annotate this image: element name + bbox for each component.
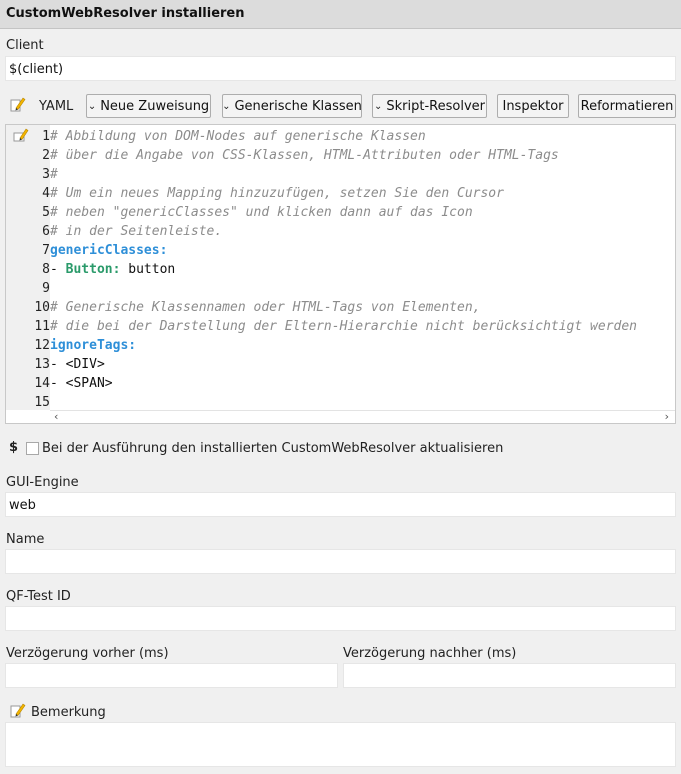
- line-number: 15: [34, 395, 50, 410]
- line-number: 4: [42, 186, 50, 201]
- line-text: - Button: button: [50, 260, 175, 279]
- code-line[interactable]: 2 # über die Angabe von CSS-Klassen, HTML…: [6, 146, 675, 165]
- code-line[interactable]: 8- Button: button: [6, 260, 675, 279]
- line-text: # Um ein neues Mapping hinzuzufügen, set…: [50, 186, 504, 201]
- code-line[interactable]: 1 # Abbildung von DOM-Nodes auf generisch…: [6, 127, 675, 146]
- code-line[interactable]: 12 ignoreTags:: [6, 336, 675, 355]
- dollar-icon: $: [9, 440, 19, 455]
- line-number: 2: [42, 148, 50, 163]
- chevron-down-icon: ⌄: [87, 100, 97, 112]
- code-line[interactable]: 14- <SPAN>: [6, 374, 675, 393]
- code-line[interactable]: 3 #: [6, 165, 675, 184]
- line-number: 10: [34, 300, 50, 315]
- scroll-left-icon[interactable]: ‹: [54, 410, 58, 423]
- delay-before-label: Verzögerung vorher (ms): [6, 646, 169, 661]
- line-text: # Abbildung von DOM-Nodes auf generische…: [50, 129, 426, 144]
- list-dash: -: [50, 262, 66, 277]
- code-line[interactable]: 13- <DIV>: [6, 355, 675, 374]
- reformatieren-label: Reformatieren: [580, 98, 674, 114]
- line-number: 6: [42, 224, 50, 239]
- line-text: genericClasses:: [50, 243, 168, 258]
- code-line[interactable]: 7 genericClasses:: [6, 241, 675, 260]
- line-number: 5: [42, 205, 50, 220]
- code-line[interactable]: 6 # in der Seitenleiste.: [6, 222, 675, 241]
- line-number: 14: [34, 376, 50, 391]
- neue-zuweisung-label: Neue Zuweisung: [100, 98, 210, 114]
- code-line[interactable]: 11 # die bei der Darstellung der Eltern-H…: [6, 317, 675, 336]
- client-field[interactable]: $(client): [5, 56, 676, 81]
- reformatieren-button[interactable]: Reformatieren: [578, 94, 676, 118]
- delay-before-field[interactable]: [5, 663, 338, 688]
- code-line[interactable]: 4 # Um ein neues Mapping hinzuzufügen, se…: [6, 184, 675, 203]
- edit-pencil-icon[interactable]: [10, 96, 26, 112]
- gui-engine-label: GUI-Engine: [6, 475, 79, 490]
- line-number: 3: [42, 167, 50, 182]
- remark-label: Bemerkung: [31, 705, 106, 720]
- line-number: 11: [34, 319, 50, 334]
- horizontal-scrollbar[interactable]: ‹ ›: [50, 410, 675, 423]
- scroll-right-icon[interactable]: ›: [665, 410, 669, 423]
- update-checkbox[interactable]: [26, 442, 39, 455]
- generische-klassen-button[interactable]: ⌄ Generische Klassen: [222, 94, 362, 118]
- line-text: # die bei der Darstellung der Eltern-Hie…: [50, 319, 637, 334]
- delay-after-label: Verzögerung nachher (ms): [343, 646, 517, 661]
- chevron-down-icon: ⌄: [222, 100, 231, 112]
- line-number: 13: [34, 357, 50, 372]
- inspektor-label: Inspektor: [502, 98, 564, 114]
- line-text: ignoreTags:: [50, 338, 137, 353]
- line-number: 12: [34, 338, 50, 353]
- skript-resolver-button[interactable]: ⌄ Skript-Resolver: [372, 94, 487, 118]
- title-bar: CustomWebResolver installieren: [0, 0, 681, 29]
- neue-zuweisung-button[interactable]: ⌄ Neue Zuweisung: [86, 94, 211, 118]
- name-label: Name: [6, 532, 45, 547]
- line-text: #: [50, 167, 58, 182]
- window-title: CustomWebResolver installieren: [6, 6, 245, 21]
- code-line[interactable]: 10 # Generische Klassennamen oder HTML-Ta…: [6, 298, 675, 317]
- line-text: - <DIV>: [50, 357, 105, 372]
- client-label: Client: [6, 38, 44, 53]
- name-field[interactable]: [5, 549, 676, 574]
- yaml-editor[interactable]: 1 # Abbildung von DOM-Nodes auf generisch…: [5, 124, 676, 424]
- edit-pencil-icon[interactable]: [10, 702, 26, 718]
- chevron-down-icon: ⌄: [374, 100, 383, 112]
- gui-engine-field[interactable]: web: [5, 492, 676, 517]
- line-text: # über die Angabe von CSS-Klassen, HTML-…: [50, 148, 559, 163]
- delay-after-field[interactable]: [343, 663, 676, 688]
- line-text: - <SPAN>: [50, 376, 113, 391]
- update-label: Bei der Ausführung den installierten Cus…: [42, 441, 504, 456]
- gui-engine-value: web: [9, 498, 36, 513]
- generische-klassen-label: Generische Klassen: [234, 98, 362, 114]
- skript-resolver-label: Skript-Resolver: [386, 98, 485, 114]
- qftest-id-label: QF-Test ID: [6, 589, 71, 604]
- inspektor-button[interactable]: Inspektor: [497, 94, 569, 118]
- code-line[interactable]: 9: [6, 279, 675, 298]
- code-line[interactable]: 5 # neben "genericClasses" und klicken da…: [6, 203, 675, 222]
- yaml-value: button: [120, 262, 176, 277]
- yaml-key: Button:: [65, 262, 121, 277]
- line-number: 1: [42, 129, 50, 144]
- line-number: 7: [42, 243, 50, 258]
- yaml-label: YAML: [39, 99, 74, 114]
- line-number: 8: [42, 262, 50, 277]
- line-text: # in der Seitenleiste.: [50, 224, 223, 239]
- client-value: $(client): [9, 62, 64, 77]
- qftest-id-field[interactable]: [5, 606, 676, 631]
- line-number: 9: [42, 281, 50, 296]
- line-text: # Generische Klassennamen oder HTML-Tags…: [50, 300, 481, 315]
- remark-field[interactable]: [5, 722, 676, 767]
- line-text: # neben "genericClasses" und klicken dan…: [50, 205, 473, 220]
